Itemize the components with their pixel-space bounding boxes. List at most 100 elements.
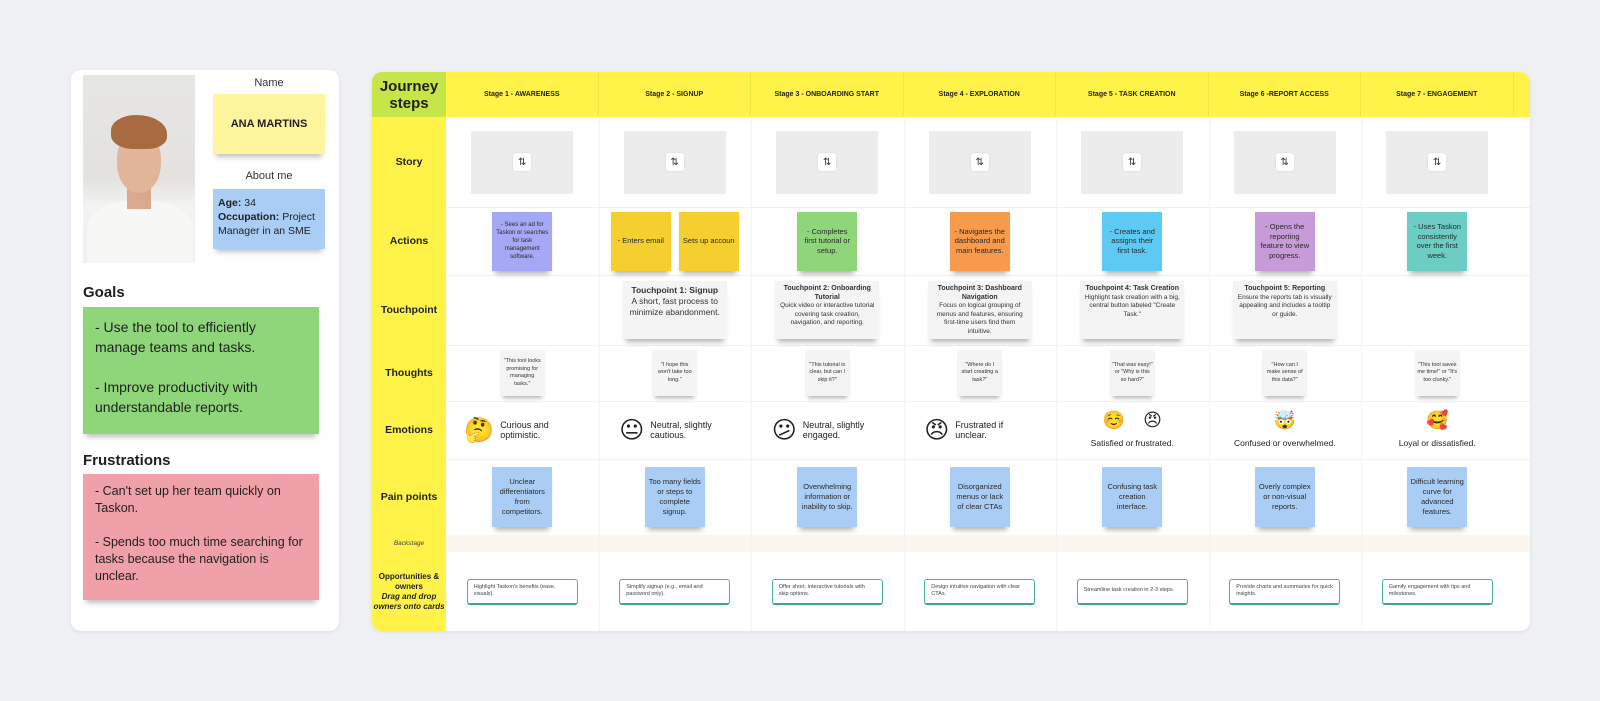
action-sticky-note[interactable]: - Navigates the dashboard and main featu… [949,211,1010,271]
actions-cell: - Enters email Sets up accoun [599,207,752,275]
opportunity-cell: Provide charts and summaries for quick i… [1209,552,1362,631]
pain-point-sticky-note[interactable]: Disorganized menus or lack of clear CTAs [949,467,1010,527]
thought-note[interactable]: "This tool looks promising for managing … [499,350,545,396]
emotion-emoji-icon: 😕 [771,416,797,444]
stage-header[interactable]: Stage 3 - ONBOARDING START [751,72,904,117]
emotion: 😠 Frustrated if unclear. [924,418,1035,442]
opportunity-card[interactable]: Gamify engagement with tips and mileston… [1381,578,1493,605]
action-sticky-note[interactable]: - Uses Taskon consistently over the firs… [1407,211,1468,271]
touchpoint-note[interactable]: Touchpoint 5: Reporting Ensure the report… [1232,281,1337,339]
thought-note[interactable]: "I hope this won't take too long." [652,350,698,396]
emotion: ☺️ 😠 Satisfied or frustrated. [1090,410,1174,449]
action-sticky-note[interactable]: - Opens the reporting feature to view pr… [1254,211,1315,271]
story-cell: ⇅ [446,117,599,207]
story-frame[interactable]: ⇅ [928,130,1031,194]
pain-point-sticky-note[interactable]: Unclear differentiators from competitors… [492,467,553,527]
emotion-emoji-icon: ☺️ [1102,410,1126,431]
touchpoint-body: A short, fast process to minimize abando… [629,296,720,317]
opportunity-card[interactable]: Highlight Taskon's benefits (ease, visua… [466,578,578,605]
name-sticky-note[interactable]: ANA MARTINS [213,94,325,154]
about-sticky-note[interactable]: Age: 34 Occupation: Project Manager in a… [213,189,325,249]
emotion-text: Loyal or dissatisfied. [1398,438,1476,448]
action-sticky-note[interactable]: - Enters email [610,211,671,271]
action-sticky-note[interactable]: - Creates and assigns their first task. [1102,211,1163,271]
pain-point-sticky-note[interactable]: Difficult learning curve for advanced fe… [1407,467,1468,527]
thoughts-cell: "Where do I start creating a task?" [904,345,1057,401]
thought-note[interactable]: "This tool saves me time!" or "It's too … [1414,350,1460,396]
pain-points-cell: Overly complex or non-visual reports. [1209,459,1362,535]
touchpoint-note[interactable]: Touchpoint 3: Dashboard Navigation Focus … [927,281,1032,339]
stage-header[interactable]: Stage 1 - AWARENESS [446,72,599,117]
action-sticky-note[interactable]: Sets up accoun [678,211,739,271]
backstage-band [446,535,1530,552]
action-sticky-note[interactable]: - Completes first tutorial or setup. [797,211,858,271]
pain-point-sticky-note[interactable]: Overwhelming information or inability to… [797,467,858,527]
thought-note[interactable]: "Where do I start creating a task?" [957,350,1003,396]
story-frame[interactable]: ⇅ [1386,130,1489,194]
emotions-cell: 😕 Neutral, slightly engaged. [751,401,904,459]
touchpoint-note[interactable]: Touchpoint 1: Signup A short, fast proces… [622,281,727,339]
row-label-touchpoint: Touchpoint [380,304,438,316]
emotion: 🤔 Curious and optimistic. [464,418,580,442]
swap-icon[interactable]: ⇅ [665,153,684,171]
emotion-text: Frustrated if unclear. [955,420,1004,440]
touchpoint-cell: Touchpoint 1: Signup A short, fast proces… [599,275,752,345]
swap-icon[interactable]: ⇅ [1275,153,1294,171]
swap-icon[interactable]: ⇅ [1123,153,1142,171]
pain-points-cell: Disorganized menus or lack of clear CTAs [904,459,1057,535]
thought-note[interactable]: "How can I make sense of this data?" [1262,350,1308,396]
action-sticky-note[interactable]: - Sees an ad for Taskon or searches for … [492,211,553,271]
touchpoint-note[interactable]: Touchpoint 2: Onboarding Tutorial Quick v… [775,281,880,339]
actions-cell: - Sees an ad for Taskon or searches for … [446,207,599,275]
touchpoint-note[interactable]: Touchpoint 4: Task Creation Highlight tas… [1080,281,1185,339]
swap-icon[interactable]: ⇅ [818,153,837,171]
stage-header[interactable]: Stage 5 - TASK CREATION [1056,72,1209,117]
thoughts-cell: "This tool saves me time!" or "It's too … [1361,345,1514,401]
emotion-emoji-icon: 😐 [619,416,645,444]
story-frame[interactable]: ⇅ [776,130,879,194]
emotion: 🥰 Loyal or dissatisfied. [1398,412,1476,449]
row-label-pain-points: Pain points [380,491,438,503]
row-label-actions: Actions [389,235,429,247]
opportunity-card[interactable]: Simplify signup (e.g., email and passwor… [619,578,731,605]
pain-point-sticky-note[interactable]: Overly complex or non-visual reports. [1254,467,1315,527]
swap-icon[interactable]: ⇅ [1428,153,1447,171]
story-frame[interactable]: ⇅ [1233,130,1336,194]
emotion-text: Satisfied or frustrated. [1090,438,1174,448]
goals-sticky-note[interactable]: - Use the tool to efficiently manage tea… [83,307,319,434]
story-frame[interactable]: ⇅ [623,130,726,194]
pain-point-sticky-note[interactable]: Too many fields or steps to complete sig… [644,467,705,527]
thought-note[interactable]: "That was easy!" or "Why is this so hard… [1109,350,1155,396]
swap-icon[interactable]: ⇅ [513,153,532,171]
emotion-text: Curious and optimistic. [500,420,549,440]
touchpoint-cell: Touchpoint 4: Task Creation Highlight tas… [1056,275,1209,345]
stage-header[interactable]: Stage 2 - SIGNUP [599,72,751,117]
opportunity-card[interactable]: Provide charts and summaries for quick i… [1229,578,1341,605]
story-frame[interactable]: ⇅ [471,130,574,194]
story-frame[interactable]: ⇅ [1081,130,1184,194]
actions-cell: - Creates and assigns their first task. [1056,207,1209,275]
opportunities-title: Opportunities & owners [378,571,440,591]
emoji-group: 😕 [772,418,797,442]
opportunity-card[interactable]: Offer short, interactive tutorials with … [771,578,883,605]
about-label: About me [245,170,293,182]
pain-point-sticky-note[interactable]: Confusing task creation interface. [1102,467,1163,527]
opportunity-card[interactable]: Streamline task creation in 2-3 steps. [1076,578,1188,605]
opportunity-cell: Gamify engagement with tips and mileston… [1361,552,1514,631]
actions-cell: - Opens the reporting feature to view pr… [1209,207,1362,275]
stage-header[interactable]: Stage 6 -REPORT ACCESS [1209,72,1361,117]
emotion-text: Neutral, slightly engaged. [802,420,865,440]
opportunity-card[interactable]: Design intuitive navigation with clear C… [924,578,1036,605]
row-label-backstage: Backstage [393,540,425,547]
stage-header[interactable]: Stage 4 - EXPLORATION [904,72,1056,117]
thoughts-cell: "How can I make sense of this data?" [1209,345,1362,401]
persona-photo[interactable] [83,75,195,263]
stage-header[interactable]: Stage 7 - ENGAGEMENT [1361,72,1514,117]
actions-cell: - Completes first tutorial or setup. [751,207,904,275]
frustrations-sticky-note[interactable]: - Can't set up her team quickly on Tasko… [83,474,319,600]
thought-note[interactable]: "This tutorial is clear, but can I skip … [804,350,850,396]
swap-icon[interactable]: ⇅ [970,153,989,171]
touchpoint-title: Touchpoint 5: Reporting [1244,285,1326,292]
photo-hair [111,115,167,149]
emoji-group: 🤯 [1274,412,1296,430]
